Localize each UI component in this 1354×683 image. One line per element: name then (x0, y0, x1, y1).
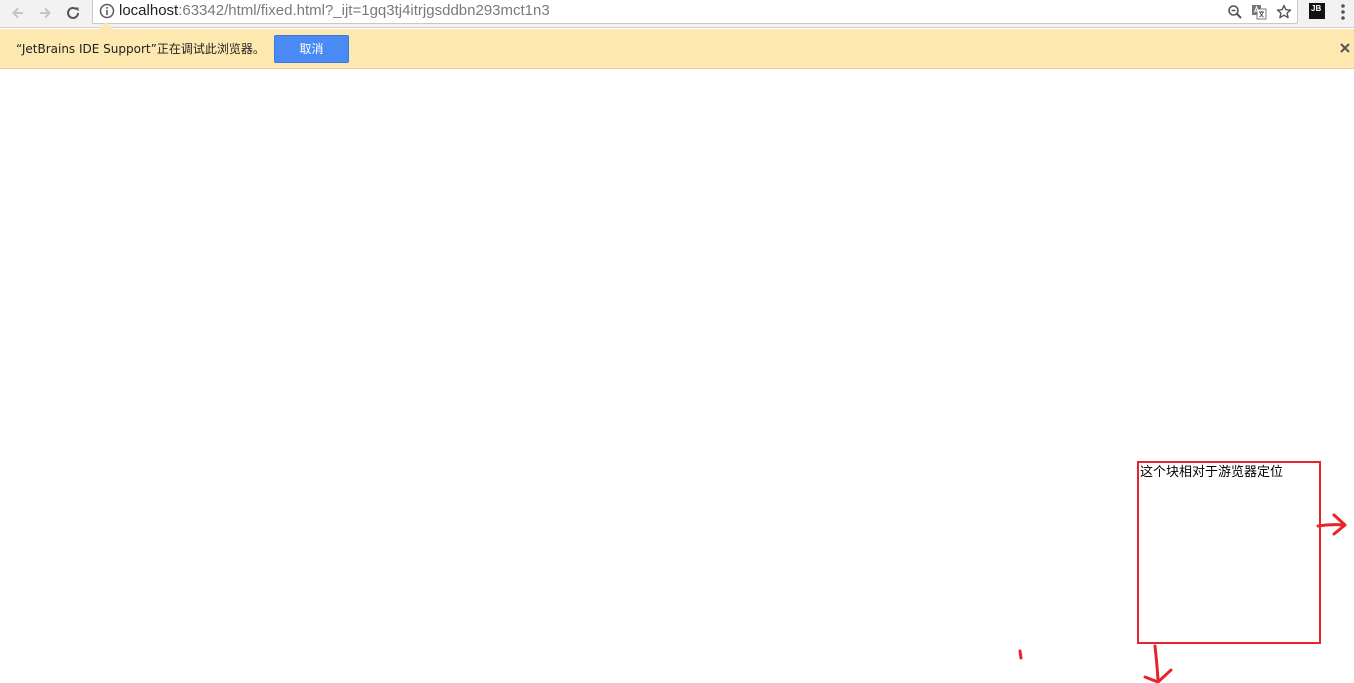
forward-arrow-icon (40, 7, 51, 19)
fixed-position-box: 这个块相对于游览器定位 (1137, 461, 1321, 644)
back-arrow-icon (12, 7, 23, 19)
translate-icon (1252, 5, 1267, 20)
info-icon[interactable] (99, 3, 115, 19)
extension-label: JB (1311, 4, 1322, 13)
browser-toolbar: localhost:63342/html/fixed.html?_ijt=1gq… (0, 0, 1354, 28)
reload-button[interactable] (62, 2, 84, 24)
dot-annotation (1018, 649, 1023, 660)
jetbrains-extension-icon[interactable]: JB (1309, 3, 1325, 19)
star-icon (1276, 4, 1292, 19)
menu-dots-icon[interactable] (1338, 3, 1348, 21)
close-icon[interactable] (1338, 41, 1352, 55)
infobar-message: “JetBrains IDE Support”正在调试此浏览器。 (16, 42, 265, 56)
address-bar[interactable]: localhost:63342/html/fixed.html?_ijt=1gq… (92, 0, 1298, 24)
debugging-infobar: “JetBrains IDE Support”正在调试此浏览器。 取消 (0, 22, 1354, 69)
fixed-box-text: 这个块相对于游览器定位 (1140, 465, 1284, 480)
bookmark-button[interactable] (1275, 3, 1293, 21)
infobar-pointer (99, 22, 113, 29)
reload-icon (67, 6, 79, 19)
back-button[interactable] (7, 2, 29, 24)
translate-button[interactable] (1250, 3, 1268, 21)
forward-button[interactable] (34, 2, 56, 24)
zoom-button[interactable] (1226, 3, 1244, 21)
zoom-icon (1228, 5, 1242, 19)
cancel-button[interactable]: 取消 (274, 35, 349, 63)
right-arrow-annotation (1316, 513, 1347, 536)
url-host: localhost (119, 2, 179, 19)
url-text[interactable]: localhost:63342/html/fixed.html?_ijt=1gq… (119, 1, 550, 21)
url-path: :63342/html/fixed.html?_ijt=1gq3tj4itrjg… (178, 2, 550, 19)
down-arrow-annotation (1143, 644, 1173, 683)
